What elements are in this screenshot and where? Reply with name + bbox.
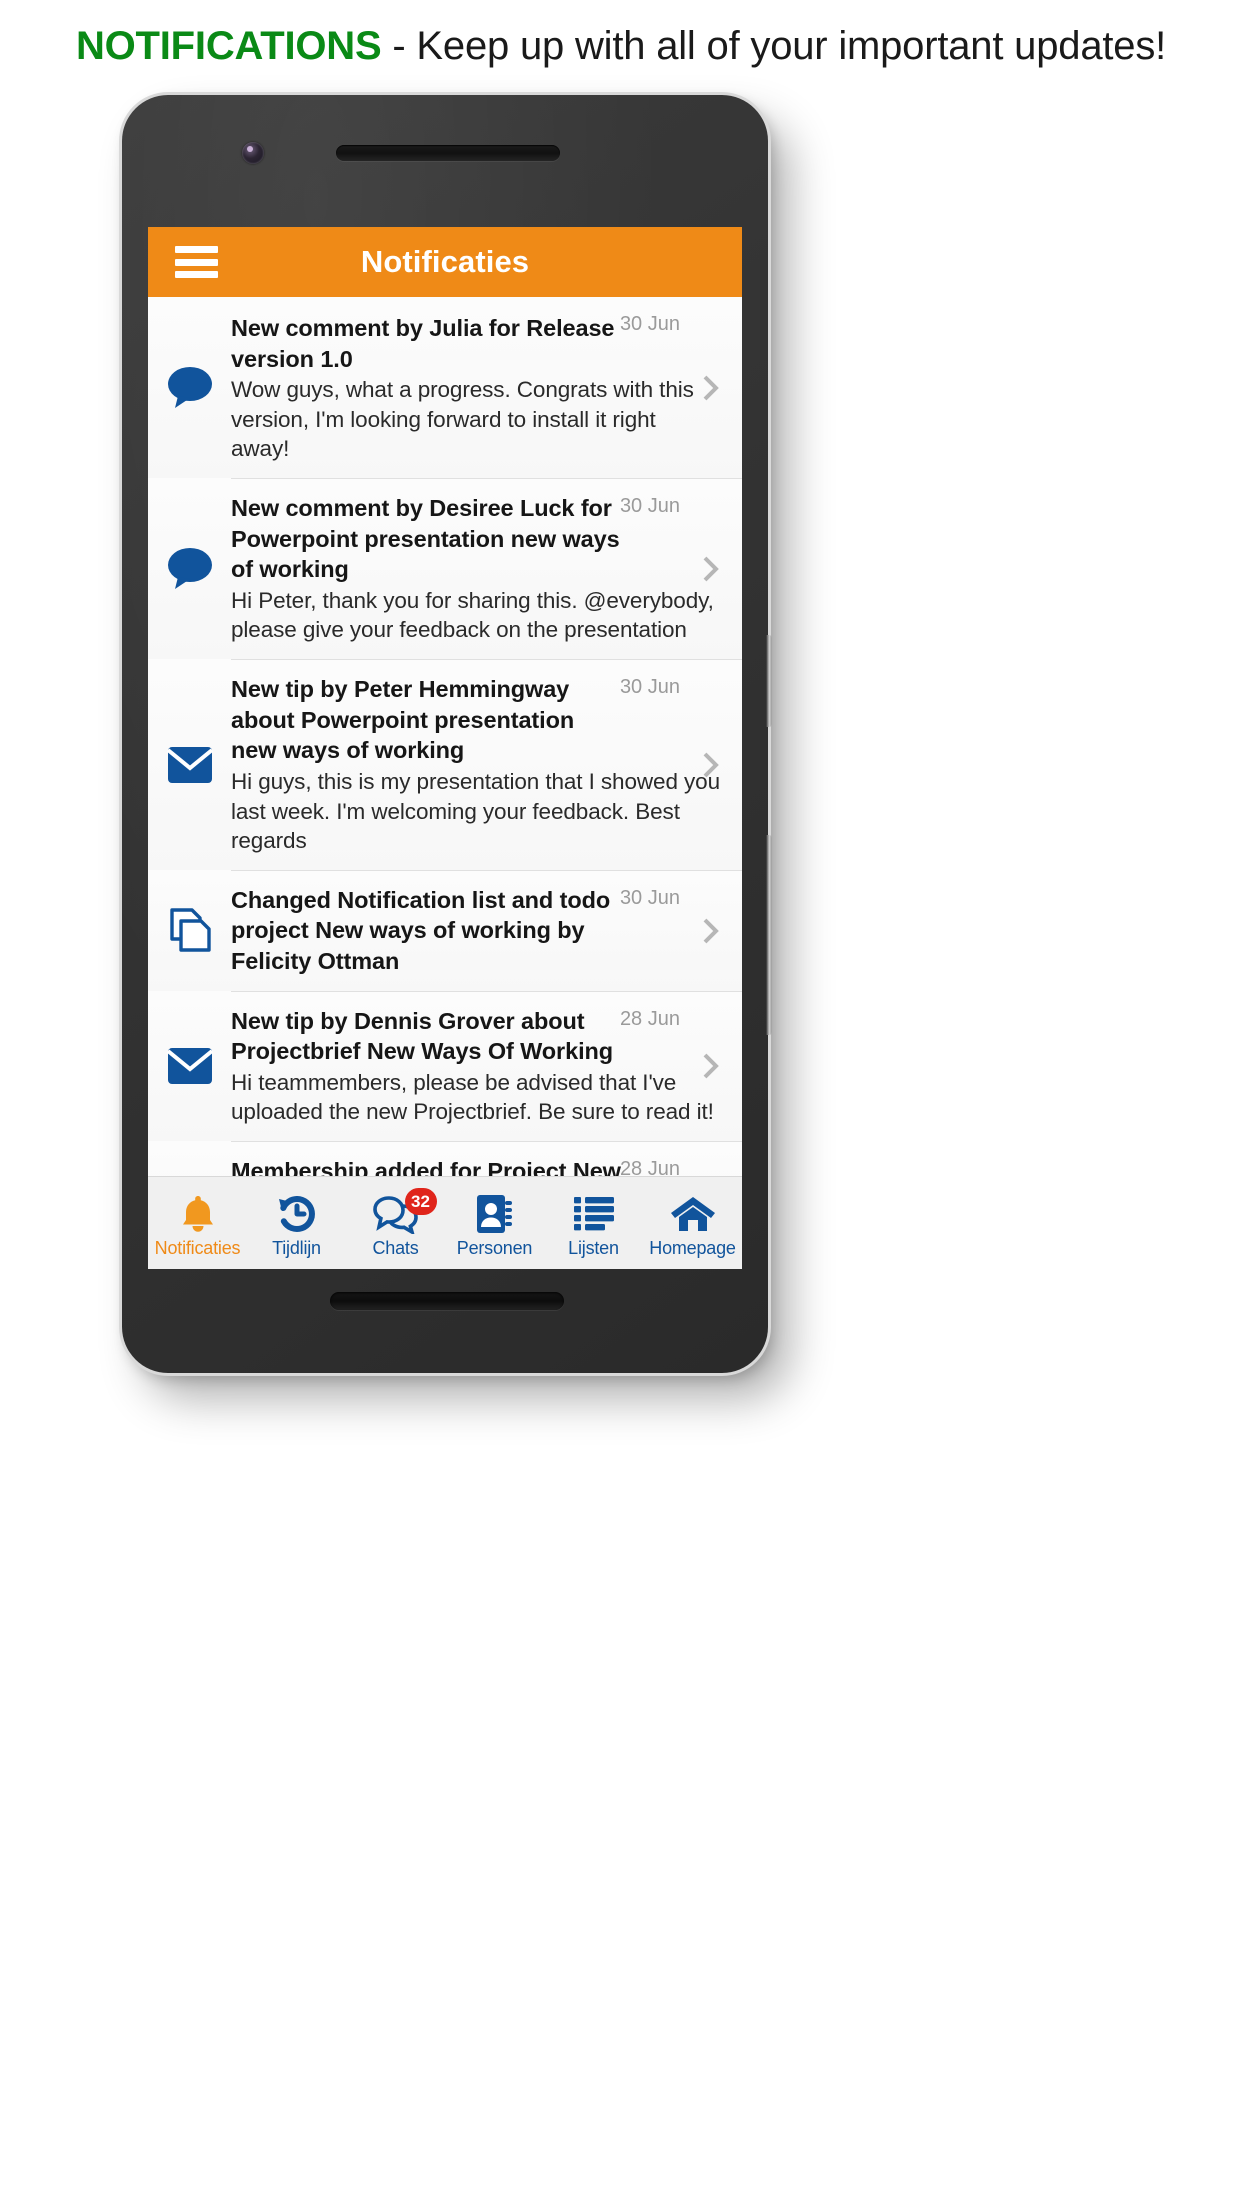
envelope-icon [148, 746, 231, 784]
list-item-snippet: Hi teammembers, please be advised that I… [231, 1069, 714, 1125]
chevron-right-icon[interactable] [702, 373, 720, 403]
home-icon [670, 1192, 716, 1236]
contacts-book-icon [475, 1192, 515, 1236]
tab-personen[interactable]: Personen [445, 1177, 544, 1269]
list-item[interactable]: New comment by Desiree Luck for Powerpoi… [148, 478, 742, 660]
headline-text: NOTIFICATIONS - Keep up with all of your… [76, 24, 1166, 69]
list-item-snippet: Hi guys, this is my presentation that I … [231, 768, 720, 854]
notification-list[interactable]: New comment by Julia for Release version… [148, 297, 742, 1205]
list-item-snippet: Hi Peter, thank you for sharing this. @e… [231, 587, 714, 643]
bell-icon [179, 1192, 217, 1236]
tab-label: Lijsten [568, 1237, 619, 1258]
list-item-date: 30 Jun [619, 313, 680, 335]
chevron-right-icon[interactable] [702, 750, 720, 780]
list-item-snippet: Wow guys, what a progress. Congrats with… [231, 377, 694, 462]
tab-notificaties[interactable]: Notificaties [148, 1177, 247, 1269]
earpiece-speaker-icon [336, 145, 560, 161]
list-item-body: Changed Notification list and todo proje… [231, 869, 742, 991]
front-camera-icon [242, 142, 264, 164]
phone-screen: Notificaties New comment by Julia for Re… [148, 227, 742, 1269]
history-clock-icon [276, 1192, 318, 1236]
tab-label: Tijdlijn [272, 1237, 321, 1258]
list-item-body: New tip by Dennis Grover about Projectbr… [231, 990, 742, 1141]
tab-lijsten[interactable]: Lijsten [544, 1177, 643, 1269]
list-item[interactable]: New comment by Julia for Release version… [148, 297, 742, 479]
headline-rest: - Keep up with all of your important upd… [381, 23, 1167, 68]
chevron-right-icon[interactable] [702, 554, 720, 584]
list-icon [573, 1192, 615, 1236]
copy-documents-icon [148, 907, 231, 953]
tab-tijdlijn[interactable]: Tijdlijn [247, 1177, 346, 1269]
bottom-tab-bar: Notificaties Tijdlijn 32 Chats Personen … [148, 1176, 742, 1269]
tab-label: Homepage [649, 1237, 736, 1258]
comment-bubble-icon [148, 366, 231, 410]
tab-label: Notificaties [154, 1237, 241, 1258]
tab-chats[interactable]: 32 Chats [346, 1177, 445, 1269]
envelope-icon [148, 1047, 231, 1085]
app-header-bar: Notificaties [148, 227, 742, 297]
volume-rocker-button[interactable] [766, 835, 772, 1035]
headline-keyword: NOTIFICATIONS [75, 23, 382, 68]
tab-label: Personen [456, 1237, 533, 1258]
list-item[interactable]: New tip by Dennis Grover about Projectbr… [148, 990, 742, 1141]
page-title: Notificaties [360, 244, 530, 279]
comment-bubble-icon [148, 547, 231, 591]
list-item-body: New comment by Desiree Luck for Powerpoi… [231, 478, 742, 659]
chevron-right-icon[interactable] [702, 916, 720, 946]
list-item-date: 30 Jun [619, 886, 680, 909]
list-item-date: 30 Jun [619, 676, 680, 699]
bottom-speaker-icon [330, 1292, 564, 1310]
list-item-body: New tip by Peter Hemmingway about Powerp… [231, 659, 742, 870]
phone-device-frame: Notificaties New comment by Julia for Re… [122, 95, 772, 1373]
chevron-right-icon[interactable] [702, 1051, 720, 1081]
chats-bubbles-icon: 32 [372, 1187, 437, 1236]
page-headline: NOTIFICATIONS - Keep up with all of your… [0, 0, 1242, 92]
tab-label: Chats [372, 1237, 419, 1258]
hamburger-menu-icon[interactable] [175, 246, 218, 278]
tab-homepage[interactable]: Homepage [643, 1177, 742, 1269]
list-item[interactable]: Changed Notification list and todo proje… [148, 869, 742, 991]
list-item[interactable]: New tip by Peter Hemmingway about Powerp… [148, 659, 742, 870]
power-button[interactable] [766, 635, 772, 727]
chats-unread-badge: 32 [404, 1187, 437, 1215]
list-item-date: 28 Jun [619, 1007, 680, 1030]
list-item-date: 30 Jun [619, 495, 680, 518]
list-item-body: New comment by Julia for Release version… [231, 297, 742, 478]
